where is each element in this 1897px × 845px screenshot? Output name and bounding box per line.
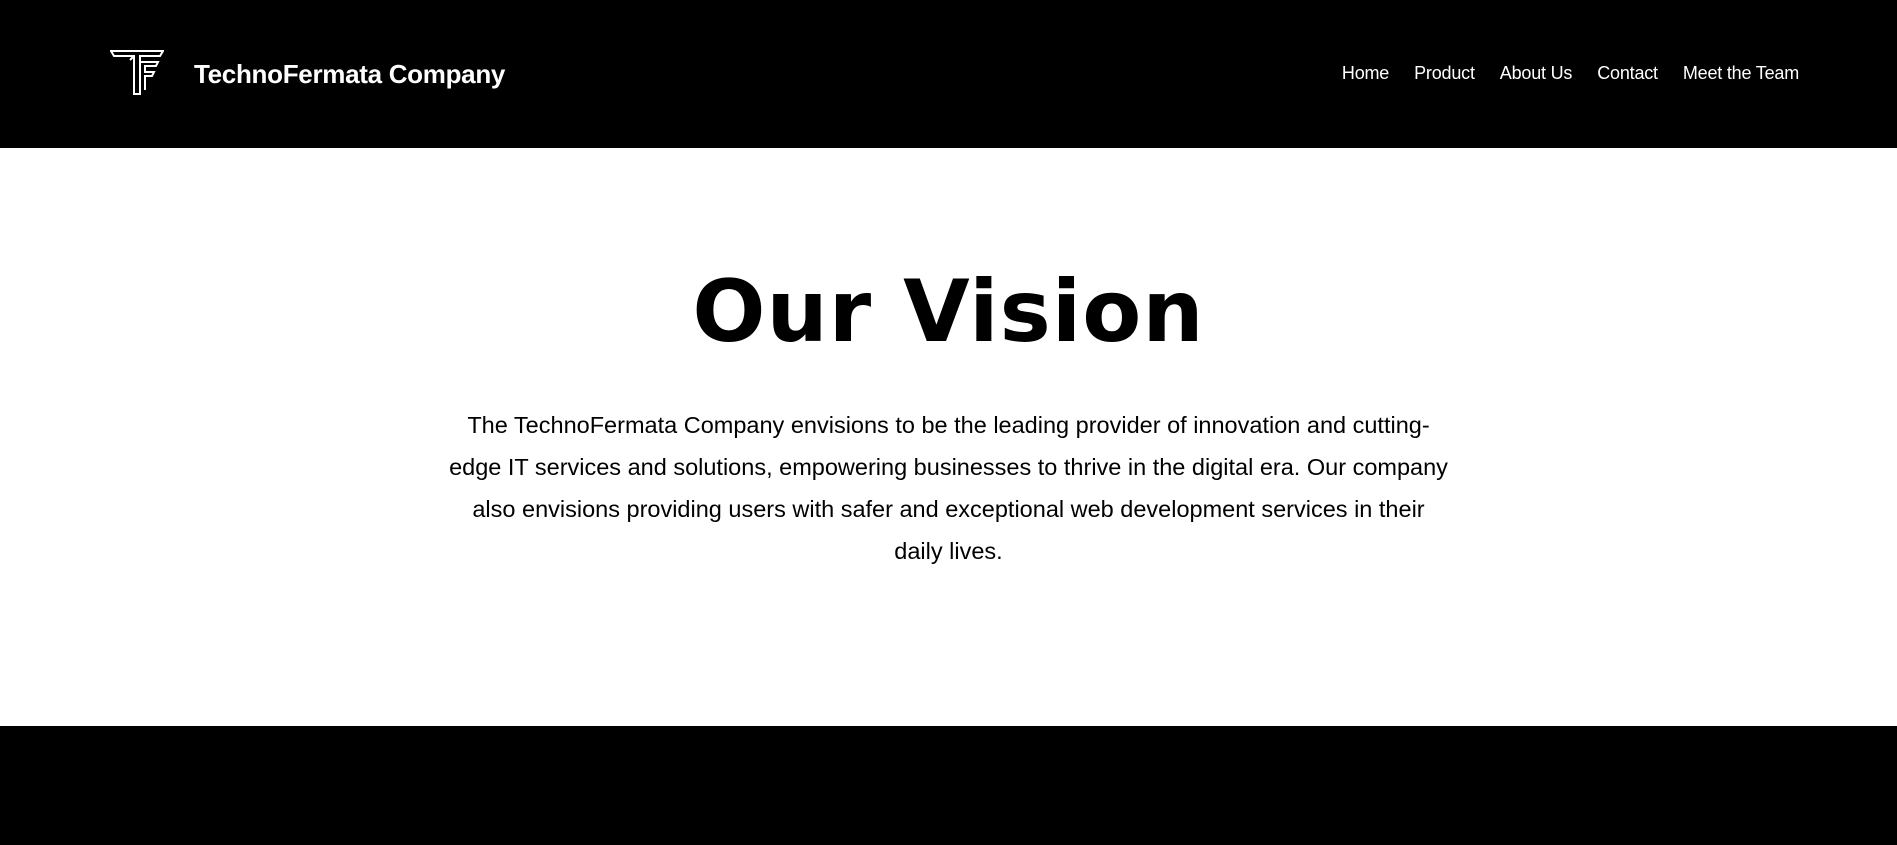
- brand-name[interactable]: TechnoFermata Company: [194, 56, 505, 92]
- site-header: TechnoFermata Company Home Product About…: [0, 0, 1897, 148]
- main-nav: Home Product About Us Contact Meet the T…: [1342, 58, 1799, 88]
- nav-item-meet-the-team[interactable]: Meet the Team: [1683, 58, 1799, 88]
- nav-item-product[interactable]: Product: [1414, 58, 1475, 88]
- page: TechnoFermata Company Home Product About…: [0, 0, 1897, 845]
- nav-item-contact[interactable]: Contact: [1597, 58, 1658, 88]
- vision-heading: Our Vision: [692, 262, 1205, 362]
- nav-item-home[interactable]: Home: [1342, 58, 1389, 88]
- site-footer: [0, 726, 1897, 845]
- nav-item-about-us[interactable]: About Us: [1500, 58, 1573, 88]
- tf-logo-icon[interactable]: [109, 50, 165, 96]
- tf-logo-svg: [109, 50, 165, 95]
- vision-paragraph: The TechnoFermata Company envisions to b…: [449, 412, 1448, 564]
